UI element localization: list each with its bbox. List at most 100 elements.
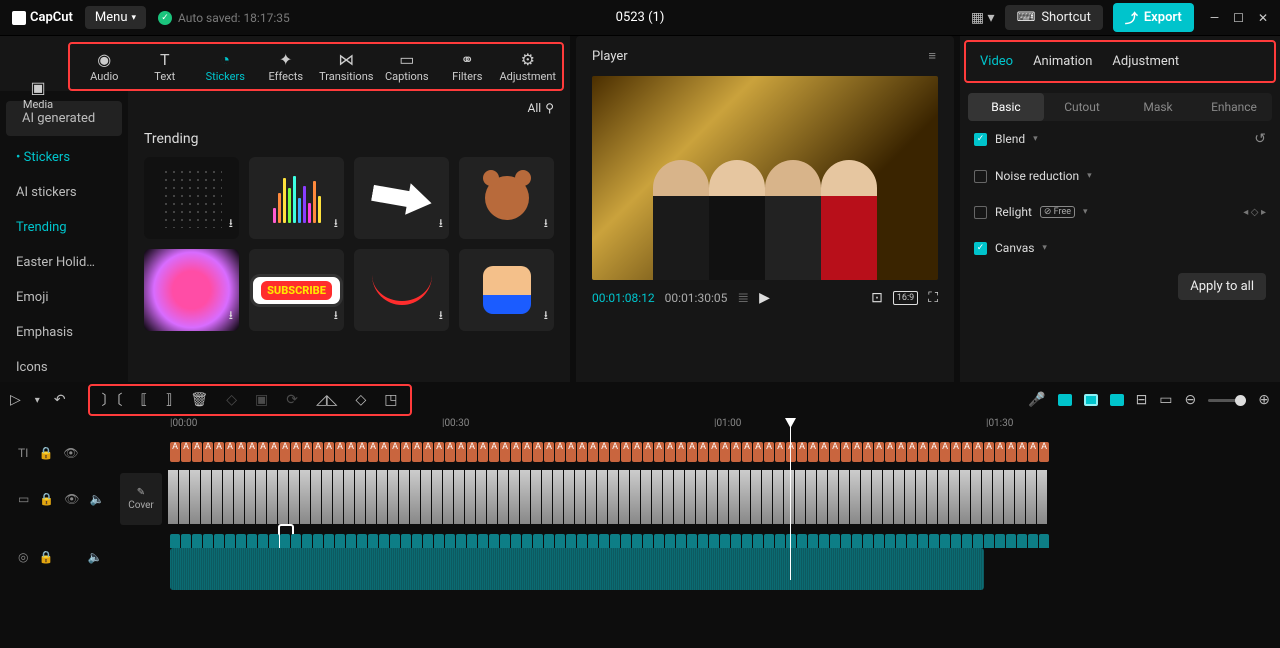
trim-left-icon[interactable]: ⟦: [141, 392, 148, 408]
checkbox-icon[interactable]: [974, 206, 987, 219]
filter-all[interactable]: All⚲: [528, 101, 554, 115]
sticker-item[interactable]: ⭳: [354, 249, 449, 331]
chevron-down-icon[interactable]: ▾: [35, 395, 40, 406]
align-icon[interactable]: ⊟: [1136, 392, 1148, 408]
mute-icon[interactable]: 🔈: [90, 492, 105, 506]
cat-ai-stickers[interactable]: AI stickers: [0, 175, 128, 210]
prop-relight[interactable]: Relight⊘ Free▾ ◂ ◇ ▸: [974, 205, 1266, 219]
video-preview[interactable]: So, friends, sometimes: [592, 76, 938, 280]
apply-to-all-button[interactable]: Apply to all: [1178, 273, 1266, 300]
tab-filters[interactable]: ⚭Filters: [437, 46, 498, 87]
zoom-in-icon[interactable]: ⊕: [1258, 392, 1270, 408]
prop-canvas[interactable]: ✓Canvas▾: [974, 241, 1266, 255]
subtab-mask[interactable]: Mask: [1120, 93, 1196, 121]
tab-audio[interactable]: ◉Audio: [74, 46, 135, 87]
split-icon[interactable]: 〕〔: [102, 390, 123, 410]
cover-button[interactable]: ✎Cover: [120, 473, 162, 525]
scan-icon[interactable]: ⊡: [871, 290, 883, 306]
cat-icons[interactable]: Icons: [0, 350, 128, 382]
mic-icon[interactable]: 🎤: [1028, 392, 1045, 408]
cat-easter[interactable]: Easter Holid…: [0, 245, 128, 280]
eye-icon[interactable]: 👁: [64, 492, 79, 506]
subtab-basic[interactable]: Basic: [968, 93, 1044, 121]
tab-animation[interactable]: Animation: [1033, 54, 1092, 69]
keyframe-nav[interactable]: ◂ ◇ ▸: [1243, 207, 1266, 218]
download-icon[interactable]: ⭳: [334, 306, 338, 327]
tab-video[interactable]: Video: [980, 54, 1013, 69]
delete-icon[interactable]: 🗑: [190, 392, 208, 408]
download-icon[interactable]: ⭳: [229, 214, 233, 235]
lock-icon[interactable]: 🔒: [38, 550, 53, 564]
eye-icon[interactable]: 👁: [63, 446, 78, 460]
lock-icon[interactable]: 🔒: [38, 446, 53, 460]
magnet-mid-icon[interactable]: [1084, 394, 1098, 406]
sticker-item[interactable]: ⭳: [459, 249, 554, 331]
minimize-button[interactable]: —: [1210, 11, 1219, 25]
player-menu-icon[interactable]: ≡: [928, 48, 938, 64]
playhead[interactable]: [790, 418, 791, 580]
prop-blend[interactable]: ✓Blend▾ ↺: [974, 131, 1266, 147]
prop-noise[interactable]: Noise reduction▾: [974, 169, 1266, 183]
caption-clips[interactable]: AAAAAAAAAAAAAAAAAAAAAAAAAAAAAAAAAAAAAAAA…: [170, 442, 1270, 462]
download-icon[interactable]: ⭳: [439, 306, 443, 327]
magnet-right-icon[interactable]: [1110, 394, 1124, 406]
preview-icon[interactable]: ▭: [1159, 392, 1172, 408]
tool-icon[interactable]: ⟳: [286, 392, 298, 408]
play-button[interactable]: ▶: [759, 290, 770, 306]
tab-adjustment[interactable]: ⚙Adjustment: [498, 46, 559, 87]
sticker-item[interactable]: SUBSCRIBE⭳: [249, 249, 344, 331]
tab-adjustment-props[interactable]: Adjustment: [1112, 54, 1179, 69]
audio-waveform[interactable]: [170, 548, 984, 590]
lock-icon[interactable]: 🔒: [39, 492, 54, 506]
maximize-button[interactable]: ☐: [1233, 11, 1244, 25]
crop-icon[interactable]: ◳: [384, 392, 397, 408]
reset-icon[interactable]: ↺: [1254, 131, 1266, 147]
video-clips[interactable]: [168, 470, 1270, 524]
subtab-enhance[interactable]: Enhance: [1196, 93, 1272, 121]
compare-icon[interactable]: ≣: [737, 290, 749, 306]
checkbox-checked-icon[interactable]: ✓: [974, 242, 987, 255]
download-icon[interactable]: ⭳: [229, 306, 233, 327]
download-icon[interactable]: ⭳: [334, 214, 338, 235]
tab-transitions[interactable]: ⋈Transitions: [316, 46, 377, 87]
selection-tool-icon[interactable]: ▷: [10, 392, 21, 408]
tool-icon[interactable]: ◇: [226, 392, 237, 408]
cat-trending[interactable]: Trending: [0, 210, 128, 245]
audio-clip-labels[interactable]: [170, 534, 1270, 548]
tool-icon[interactable]: ▣: [255, 392, 268, 408]
trim-right-icon[interactable]: ⟧: [165, 392, 172, 408]
sticker-item[interactable]: ⭳: [354, 157, 449, 239]
aspect-ratio[interactable]: 16:9: [893, 291, 918, 305]
menu-button[interactable]: Menu ▾: [85, 6, 146, 29]
undo-icon[interactable]: ↶: [54, 392, 66, 408]
zoom-slider[interactable]: [1208, 399, 1246, 402]
rotate-icon[interactable]: ◇: [356, 392, 367, 408]
mirror-icon[interactable]: ◿◺: [316, 392, 338, 408]
download-icon[interactable]: ⭳: [439, 214, 443, 235]
tab-effects[interactable]: ✦Effects: [256, 46, 317, 87]
cat-emoji[interactable]: Emoji: [0, 280, 128, 315]
zoom-out-icon[interactable]: ⊖: [1185, 392, 1197, 408]
tab-stickers[interactable]: ◔Stickers: [195, 46, 256, 87]
sticker-item[interactable]: ⭳: [249, 157, 344, 239]
export-button[interactable]: ⤴ Export: [1113, 3, 1194, 32]
subtab-cutout[interactable]: Cutout: [1044, 93, 1120, 121]
tab-media[interactable]: ▣ Media: [12, 78, 64, 111]
mute-icon[interactable]: 🔈: [87, 550, 102, 564]
cat-stickers[interactable]: Stickers: [0, 140, 128, 175]
close-button[interactable]: ✕: [1258, 11, 1268, 25]
magnet-left-icon[interactable]: [1058, 394, 1072, 406]
fullscreen-icon[interactable]: ⛶: [928, 290, 938, 306]
tab-captions[interactable]: ▭Captions: [377, 46, 438, 87]
download-icon[interactable]: ⭳: [544, 306, 548, 327]
cat-emphasis[interactable]: Emphasis: [0, 315, 128, 350]
download-icon[interactable]: ⭳: [544, 214, 548, 235]
checkbox-checked-icon[interactable]: ✓: [974, 133, 987, 146]
sticker-item[interactable]: ⭳: [144, 157, 239, 239]
sticker-item[interactable]: ⭳: [459, 157, 554, 239]
checkbox-icon[interactable]: [974, 170, 987, 183]
shortcut-button[interactable]: ⌨ Shortcut: [1005, 5, 1103, 30]
layout-icon[interactable]: ▦ ▾: [971, 10, 995, 26]
tab-text[interactable]: TText: [135, 46, 196, 87]
sticker-item[interactable]: ⭳: [144, 249, 239, 331]
